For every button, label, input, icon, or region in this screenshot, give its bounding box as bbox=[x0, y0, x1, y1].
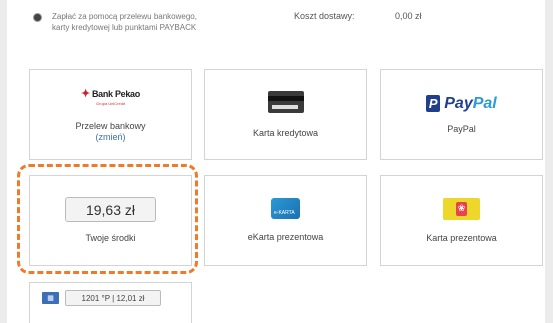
credit-card-icon bbox=[267, 90, 304, 113]
credit-card-label: Karta kredytowa bbox=[252, 127, 319, 138]
selection-highlight bbox=[17, 164, 198, 274]
payment-note: Zapłać za pomocą przelewu bankowego, kar… bbox=[52, 11, 272, 33]
paypal-logo-pal: Pal bbox=[472, 94, 497, 112]
gift-card-label: Karta prezentowa bbox=[426, 232, 497, 243]
payment-radio-selected[interactable] bbox=[33, 13, 42, 22]
gift-card-icon: ❀ bbox=[443, 197, 480, 220]
bank-pekao-logo-text: Bank Pekao bbox=[91, 88, 140, 99]
paypal-logo-pay: Pay bbox=[444, 94, 473, 112]
payment-option-credit-card[interactable]: Karta kredytowa bbox=[204, 69, 367, 160]
payment-note-line2: karty kredytowej lub punktami PAYBACK bbox=[52, 23, 197, 32]
payment-panel bbox=[7, 0, 545, 323]
shipping-cost-label: Koszt dostawy: bbox=[294, 11, 355, 21]
payment-option-gift-card[interactable]: ❀ Karta prezentowa bbox=[380, 175, 543, 266]
ekarta-label: eKarta prezentowa bbox=[247, 232, 324, 242]
payment-option-bank-transfer[interactable]: ✦ Bank Pekao Grupa UniCredit Przelew bank… bbox=[29, 69, 192, 160]
bank-transfer-label: Przelew bankowy bbox=[75, 121, 146, 131]
change-bank-link[interactable]: (zmień) bbox=[95, 132, 125, 142]
paypal-label: PayPal bbox=[447, 123, 476, 134]
ekarta-icon: e-KARTA bbox=[271, 198, 300, 219]
bank-pekao-logo-sub: Grupa UniCredit bbox=[96, 101, 125, 106]
payback-card-icon: ▦ bbox=[42, 292, 59, 304]
paypal-mark-icon: P bbox=[426, 95, 441, 112]
payment-option-paypal[interactable]: P PayPal PayPal bbox=[380, 69, 543, 160]
shipping-cost-value: 0,00 zł bbox=[395, 11, 422, 21]
bank-pekao-logo: ✦ Bank Pekao bbox=[81, 88, 140, 100]
payment-option-ekarta[interactable]: e-KARTA eKarta prezentowa bbox=[204, 175, 367, 266]
payment-option-payback[interactable]: ▦ 1201 °P | 12,01 zł bbox=[29, 282, 192, 323]
payment-note-line1: Zapłać za pomocą przelewu bankowego, bbox=[52, 12, 197, 21]
paypal-logo: P PayPal bbox=[426, 94, 497, 113]
payback-points-value: 1201 °P | 12,01 zł bbox=[65, 290, 161, 306]
